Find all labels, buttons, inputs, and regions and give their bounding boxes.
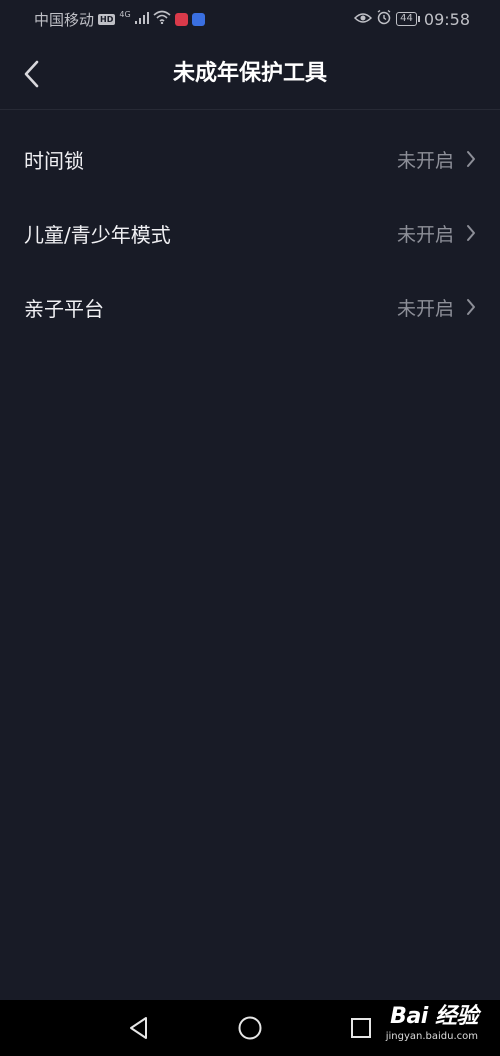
back-button[interactable] bbox=[14, 54, 50, 94]
circle-home-icon bbox=[238, 1016, 262, 1040]
app-screen: 中国移动 HD 4G 44 09:58 未成年保护工具 时间锁 未开启 儿童/青… bbox=[0, 0, 500, 1056]
battery-tip bbox=[417, 16, 420, 22]
hd-badge: HD bbox=[98, 13, 116, 25]
navigation-bar: 未成年保护工具 bbox=[0, 38, 500, 110]
setting-status: 未开启 bbox=[396, 223, 454, 246]
system-back-button[interactable] bbox=[119, 1008, 159, 1048]
eye-comfort-icon bbox=[354, 10, 373, 28]
status-time: 09:58 bbox=[423, 9, 470, 29]
chevron-left-icon bbox=[24, 60, 39, 88]
baidu-jingyan-watermark: Bai 经验 jingyan.baidu.com bbox=[385, 1004, 479, 1042]
setting-teen-mode[interactable]: 儿童/青少年模式 未开启 bbox=[0, 196, 500, 270]
setting-time-lock[interactable]: 时间锁 未开启 bbox=[0, 122, 500, 196]
chevron-right-icon bbox=[467, 225, 475, 241]
setting-status: 未开启 bbox=[396, 149, 454, 172]
chevron-right-icon bbox=[467, 151, 475, 167]
triangle-back-icon bbox=[130, 1017, 147, 1039]
square-recents-icon bbox=[351, 1018, 371, 1038]
wifi-icon bbox=[153, 10, 171, 28]
setting-parent-platform[interactable]: 亲子平台 未开启 bbox=[0, 270, 500, 344]
chevron-right-icon bbox=[467, 299, 475, 315]
settings-list: 时间锁 未开启 儿童/青少年模式 未开启 亲子平台 未开启 bbox=[0, 122, 500, 344]
status-left: 中国移动 HD 4G bbox=[0, 9, 205, 30]
setting-right: 未开启 bbox=[397, 146, 476, 173]
status-bar: 中国移动 HD 4G 44 09:58 bbox=[0, 0, 500, 38]
system-home-button[interactable] bbox=[230, 1008, 270, 1048]
alarm-icon bbox=[376, 9, 392, 29]
battery-indicator: 44 bbox=[396, 12, 420, 26]
setting-right: 未开启 bbox=[397, 220, 476, 247]
setting-right: 未开启 bbox=[397, 294, 476, 321]
page-title: 未成年保护工具 bbox=[172, 61, 327, 86]
notification-app-icon bbox=[174, 12, 188, 26]
setting-label: 亲子平台 bbox=[24, 296, 104, 321]
signal-icon bbox=[134, 10, 149, 28]
watermark-url: jingyan.baidu.com bbox=[385, 1031, 478, 1042]
setting-status: 未开启 bbox=[396, 297, 454, 320]
system-recents-button[interactable] bbox=[341, 1008, 381, 1048]
setting-label: 儿童/青少年模式 bbox=[24, 222, 171, 247]
watermark-brand: Bai 经验 bbox=[390, 1004, 478, 1029]
carrier-name: 中国移动 bbox=[34, 10, 95, 29]
baidu-app-icon bbox=[191, 12, 205, 26]
battery-level: 44 bbox=[396, 12, 417, 26]
network-type: 4G bbox=[119, 9, 131, 19]
setting-label: 时间锁 bbox=[24, 148, 84, 173]
system-navigation-bar: Bai 经验 jingyan.baidu.com bbox=[0, 1000, 500, 1056]
status-right: 44 09:58 bbox=[354, 9, 500, 29]
